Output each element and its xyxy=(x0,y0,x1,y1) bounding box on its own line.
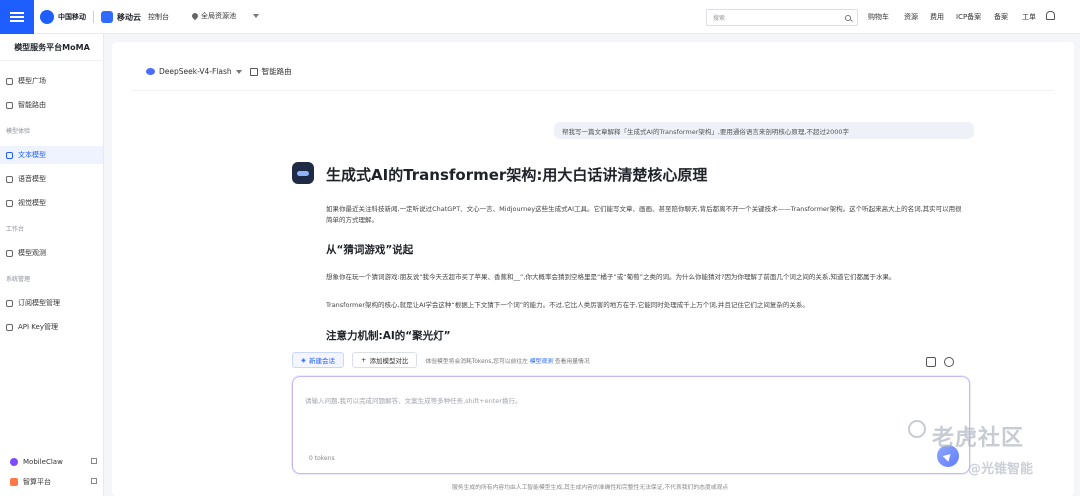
compute-platform-icon xyxy=(10,478,18,486)
user-message: 帮我写一篇文章解释「生成式AI的Transformer架构」,要用通俗语言来剖明… xyxy=(554,122,974,139)
console-link[interactable]: 控制台 xyxy=(148,12,169,22)
cart-link[interactable]: 购物车 xyxy=(868,12,889,22)
sidebar-item-smart-route[interactable]: 智能路由 xyxy=(0,96,103,114)
sidebar-item-subscription[interactable]: 订阅模型管理 xyxy=(0,294,103,312)
sidebar-item-model-plaza[interactable]: 模型广场 xyxy=(0,72,103,90)
region-label: 全局资源池 xyxy=(201,12,236,20)
section-2-title: 注意力机制:AI的“聚光灯” xyxy=(326,330,451,342)
watermark-text-2: @光锥智能 xyxy=(968,462,1034,477)
smart-route-label[interactable]: 智能路由 xyxy=(262,66,292,77)
chevron-down-icon xyxy=(253,14,259,18)
hamburger-icon xyxy=(10,16,24,18)
billing-link[interactable]: 费用 xyxy=(930,12,944,22)
group-workbench: 工作台 xyxy=(6,226,25,233)
bottom-link-label: 智算平台 xyxy=(23,478,51,486)
clear-icon[interactable] xyxy=(926,357,936,367)
answer-title: 生成式AI的Transformer架构:用大白话讲清楚核心原理 xyxy=(326,166,708,184)
deepseek-icon xyxy=(146,68,155,75)
bot-avatar xyxy=(292,162,314,184)
chevron-down-icon[interactable] xyxy=(235,69,242,74)
token-tip: 体验模型将会消耗Tokens,您可以前往左 模型观测 查看用量情况 xyxy=(425,358,590,365)
section-1-title: 从“猜词游戏”说起 xyxy=(326,244,414,256)
history-icon[interactable] xyxy=(944,357,954,367)
sidebar-item-text-model[interactable]: 文本模型 xyxy=(0,146,103,164)
sidebar-item-label: 模型广场 xyxy=(18,77,46,85)
sidebar-item-label: 视觉模型 xyxy=(18,199,46,207)
robot-icon xyxy=(297,170,309,176)
watermark-text-1: 老虎社区 xyxy=(932,426,1025,451)
subscription-icon xyxy=(6,299,13,307)
chat-toolbar: ◈ 新建会话 + 添加模型对比 体验模型将会消耗Tokens,您可以前往左 模型… xyxy=(292,352,972,368)
voice-icon xyxy=(6,175,13,183)
external-link-icon xyxy=(91,478,97,484)
user-message-text: 帮我写一篇文章解释「生成式AI的Transformer架构」,要用通俗语言来剖明… xyxy=(562,127,850,136)
text-icon xyxy=(6,151,13,159)
watermark-logo-icon xyxy=(908,420,926,438)
model-breadcrumb: DeepSeek-V4-Flash 智能路由 xyxy=(146,66,292,77)
sidebar-item-api-key[interactable]: API Key管理 xyxy=(0,318,103,336)
bell-icon[interactable] xyxy=(1046,11,1055,20)
search-icon xyxy=(845,14,851,21)
menu-button[interactable] xyxy=(0,0,34,34)
sidebar-item-label: 订阅模型管理 xyxy=(18,299,60,307)
plus-icon: + xyxy=(361,356,367,364)
link-mobileclaw[interactable]: MobileClaw xyxy=(0,454,103,470)
sidebar-item-label: 语音模型 xyxy=(18,175,46,183)
bottom-link-label: MobileClaw xyxy=(23,458,63,466)
group-system: 系统管理 xyxy=(6,276,31,283)
observe-icon xyxy=(6,249,13,257)
model-name[interactable]: DeepSeek-V4-Flash xyxy=(159,67,232,76)
sidebar-item-label: 模型观测 xyxy=(18,249,46,257)
resources-link[interactable]: 资源 xyxy=(904,12,918,22)
ticket-link[interactable]: 工单 xyxy=(1022,12,1036,22)
logo[interactable]: 中国移动 移动云 xyxy=(40,9,141,25)
link-compute-platform[interactable]: 智算平台 xyxy=(0,474,103,490)
key-icon xyxy=(6,323,13,331)
section-1-para-2: Transformer架构的核心,就是让AI学会这种“根据上下文猜下一个词”的能… xyxy=(326,301,809,309)
platform-title: 模型服务平台MoMA xyxy=(14,43,90,52)
sidebar: 模型服务平台MoMA 模型广场 智能路由 模型体验 文本模型 语音模型 视觉模型… xyxy=(0,34,104,496)
sidebar-item-label: 文本模型 xyxy=(18,151,46,159)
input-placeholder: 请输入问题,我可以完成问题解答、文案生成等多种任务,shift+enter换行。 xyxy=(305,397,522,405)
icp-link[interactable]: ICP备案 xyxy=(956,12,981,22)
vision-icon xyxy=(6,199,13,207)
filing-link[interactable]: 备案 xyxy=(994,12,1008,22)
section-1-para-1: 想象你在玩一个猜词游戏:朋友说“我今天去超市买了苹果、香蕉和__”,你大概率会猜… xyxy=(326,273,896,281)
top-bar: 中国移动 移动云 控制台 全局资源池 搜索 购物车 资源 费用 ICP备案 备案… xyxy=(0,0,1080,34)
sidebar-item-voice-model[interactable]: 语音模型 xyxy=(0,170,103,188)
send-icon xyxy=(942,450,954,462)
ecloud-logo-icon xyxy=(101,11,113,23)
observe-link[interactable]: 模型观测 xyxy=(530,359,553,365)
mobileclaw-icon xyxy=(10,458,18,466)
chat-input[interactable]: 请输入问题,我可以完成问题解答、文案生成等多种任务,shift+enter换行。… xyxy=(292,376,970,474)
sidebar-item-vision-model[interactable]: 视觉模型 xyxy=(0,194,103,212)
logo-text-2: 移动云 xyxy=(117,12,141,22)
search-input[interactable]: 搜索 xyxy=(706,9,858,26)
external-link-icon xyxy=(91,458,97,464)
sidebar-item-label: 智能路由 xyxy=(18,101,46,109)
region-selector[interactable]: 全局资源池 xyxy=(190,11,259,21)
new-chat-icon: ◈ xyxy=(301,356,306,364)
sidebar-item-label: API Key管理 xyxy=(18,323,58,331)
new-chat-button[interactable]: ◈ 新建会话 xyxy=(292,352,344,368)
location-icon xyxy=(190,11,200,21)
answer-intro: 如果你最近关注科技新闻,一定听说过ChatGPT、文心一言、Midjourney… xyxy=(326,205,962,224)
china-mobile-logo-icon xyxy=(40,10,54,24)
add-compare-button[interactable]: + 添加模型对比 xyxy=(352,352,418,368)
sidebar-item-model-observe[interactable]: 模型观测 xyxy=(0,244,103,262)
smart-route-icon xyxy=(249,67,258,76)
logo-text-1: 中国移动 xyxy=(58,12,86,21)
plaza-icon xyxy=(6,77,13,85)
chat-panel: DeepSeek-V4-Flash 智能路由 帮我写一篇文章解释「生成式AI的T… xyxy=(112,42,1074,496)
token-counter: 0 tokens xyxy=(309,455,335,462)
search-placeholder: 搜索 xyxy=(713,15,726,22)
route-icon xyxy=(6,101,13,109)
group-model-experience: 模型体验 xyxy=(6,128,31,135)
disclaimer: 服务生成的所有内容均由人工智能模型生成,其生成内容的准确性和完整性无法保证,不代… xyxy=(452,485,729,491)
